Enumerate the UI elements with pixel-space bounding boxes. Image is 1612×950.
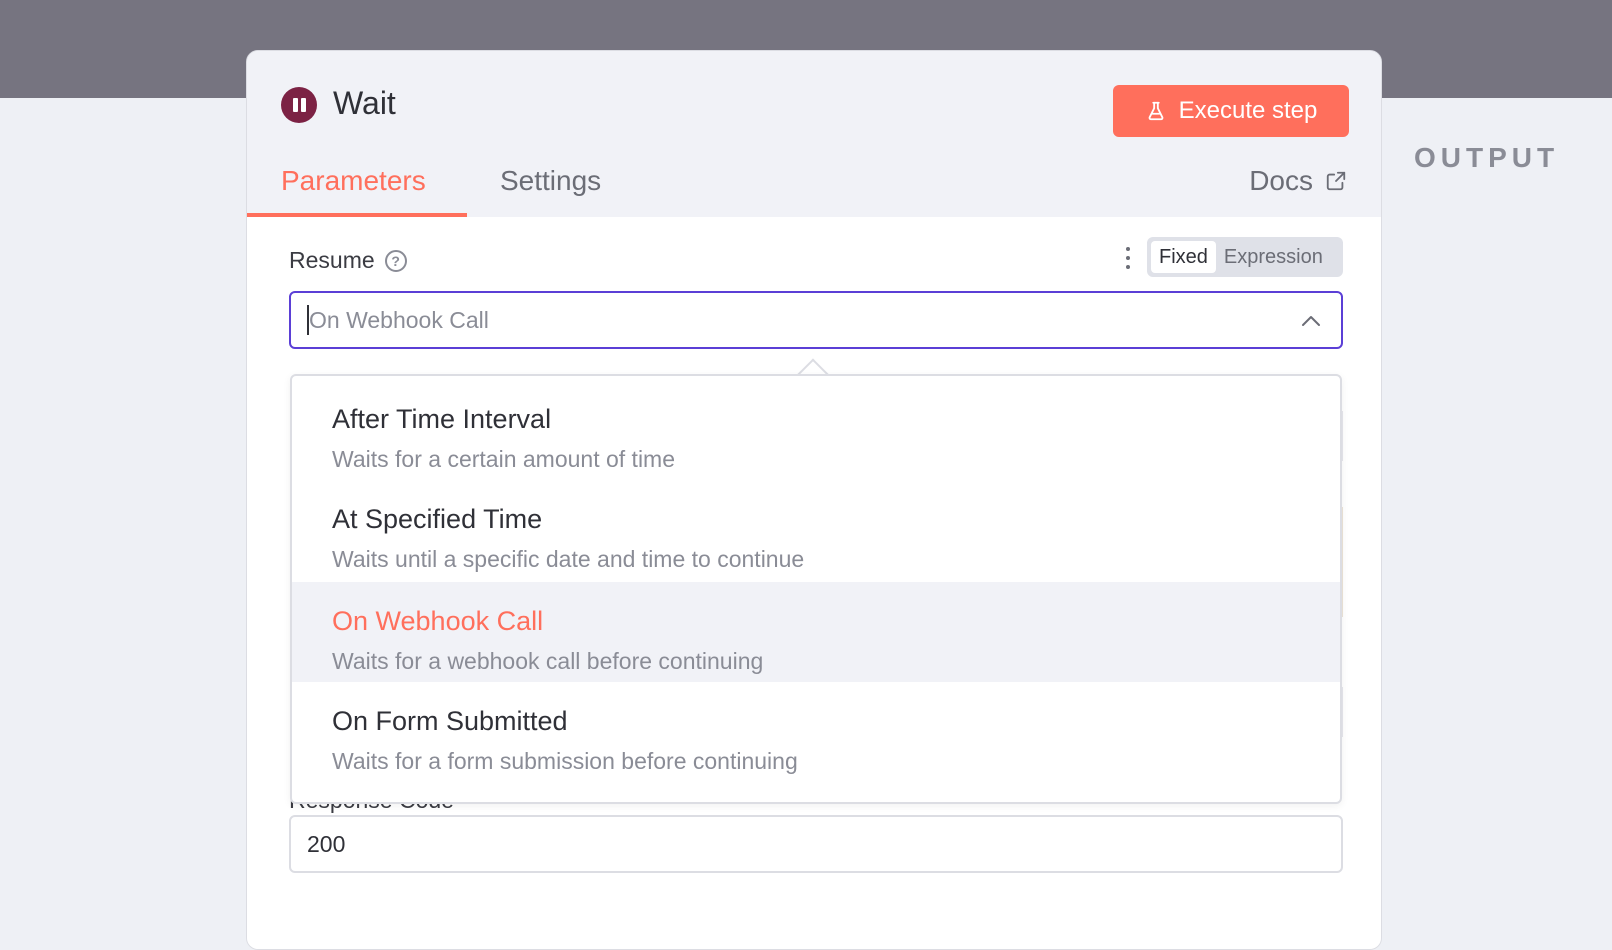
option-description: Waits for a certain amount of time: [332, 446, 676, 472]
resume-select[interactable]: [289, 291, 1343, 349]
option-title: At Specified Time: [332, 504, 543, 534]
flask-icon: [1148, 101, 1164, 121]
option-on-webhook-call[interactable]: On Webhook Call Waits for a webhook call…: [292, 582, 1340, 682]
tab-settings[interactable]: Settings: [500, 155, 601, 217]
pause-icon: [281, 87, 317, 123]
output-panel-label: OUTPUT: [1414, 142, 1560, 173]
option-on-form-submitted[interactable]: On Form Submitted Waits for a form submi…: [292, 682, 1340, 782]
option-description: Waits until a specific date and time to …: [332, 546, 805, 572]
help-icon[interactable]: ?: [384, 249, 407, 272]
panel-header: Wait Execute step Parameters Settings Do…: [247, 51, 1381, 217]
execute-step-button[interactable]: Execute step: [1113, 85, 1349, 137]
option-description: Waits for a webhook call before continui…: [332, 648, 764, 674]
resume-field-label: Resume ?: [289, 247, 407, 274]
node-title: Wait: [333, 85, 396, 121]
resume-options-dropdown: After Time Interval Waits for a certain …: [290, 374, 1342, 804]
external-link-icon: [1326, 171, 1346, 191]
resume-select-input[interactable]: [309, 306, 1209, 334]
mode-fixed-option[interactable]: Fixed: [1151, 241, 1216, 273]
option-after-time-interval[interactable]: After Time Interval Waits for a certain …: [292, 380, 1340, 480]
resume-label-text: Resume: [289, 247, 375, 273]
option-title: On Webhook Call: [332, 606, 544, 636]
response-code-input[interactable]: [289, 815, 1343, 873]
tab-parameters[interactable]: Parameters: [281, 155, 426, 217]
option-at-specified-time[interactable]: At Specified Time Waits until a specific…: [292, 480, 1340, 580]
docs-link-label: Docs: [1249, 165, 1313, 196]
fixed-expression-toggle: Fixed Expression: [1147, 237, 1343, 277]
panel-tabs: Parameters Settings Docs: [247, 155, 1381, 217]
option-title: After Time Interval: [332, 404, 552, 434]
chevron-up-icon[interactable]: [1299, 309, 1323, 333]
kebab-menu-icon[interactable]: [1123, 247, 1133, 269]
mode-expression-option[interactable]: Expression: [1216, 241, 1331, 273]
option-title: On Form Submitted: [332, 706, 568, 736]
docs-link[interactable]: Docs: [1249, 165, 1347, 197]
execute-step-label: Execute step: [1178, 97, 1318, 124]
option-description: Waits for a form submission before conti…: [332, 748, 798, 774]
